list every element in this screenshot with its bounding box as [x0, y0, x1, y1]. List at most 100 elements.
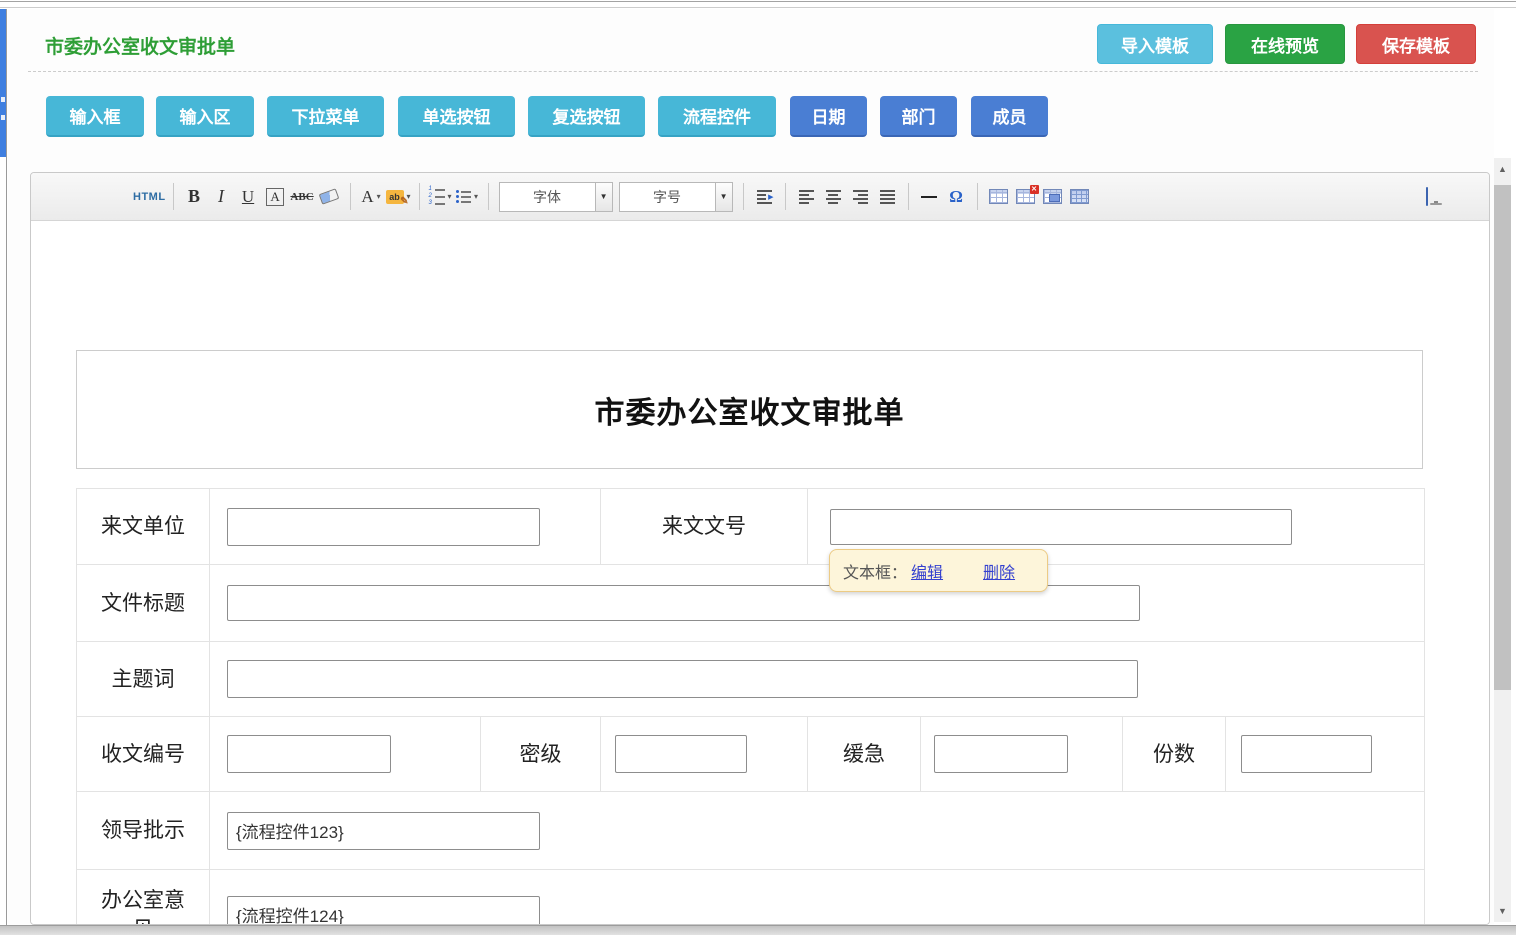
bold-icon[interactable]: B	[181, 183, 208, 211]
save-template-button[interactable]: 保存模板	[1356, 24, 1476, 64]
horizontal-rule-icon[interactable]	[916, 183, 943, 211]
chevron-down-icon: ▼	[595, 183, 612, 211]
sliver-mark	[1, 115, 5, 120]
toolbar-separator	[419, 183, 420, 210]
vertical-scrollbar[interactable]: ▲ ▼	[1494, 158, 1511, 922]
incoming-doc-number-input[interactable]	[830, 509, 1292, 545]
label-cell: 办公室意见	[77, 870, 209, 925]
rich-text-editor: HTML B I U A ABC A▾ ab▾ 1 2 3 ▾	[30, 172, 1490, 925]
widget-dropdown-button[interactable]: 下拉菜单	[267, 96, 384, 137]
form-table: 来文单位 来文文号 文件标题	[76, 488, 1425, 925]
source-code-icon[interactable]: HTML	[133, 183, 166, 211]
scrollbar-thumb[interactable]	[1494, 185, 1511, 690]
subject-words-input[interactable]	[227, 660, 1138, 698]
label-cell: 主题词	[77, 642, 209, 716]
align-center-icon[interactable]	[820, 183, 847, 211]
widget-member-button[interactable]: 成员	[971, 96, 1048, 137]
fullscreen-icon[interactable]	[1422, 183, 1449, 211]
toolbar-separator	[785, 183, 786, 210]
widget-textarea-button[interactable]: 输入区	[156, 96, 254, 137]
online-preview-button[interactable]: 在线预览	[1225, 24, 1345, 64]
editor-document[interactable]: 市委办公室收文审批单 来文单位 来文文号	[31, 221, 1489, 925]
background-window-sliver	[0, 9, 6, 157]
table-cell-properties-icon[interactable]	[1039, 183, 1066, 211]
toolbar-separator	[173, 183, 174, 210]
window-bottom-edge	[0, 925, 1516, 935]
secrecy-level-input[interactable]	[615, 735, 747, 773]
char-border-icon[interactable]: A	[262, 183, 289, 211]
table-grid-icon[interactable]	[1066, 183, 1093, 211]
scroll-down-arrow-icon[interactable]: ▼	[1494, 902, 1511, 919]
sliver-mark	[1, 97, 5, 102]
strikethrough-icon[interactable]: ABC	[289, 183, 316, 211]
window-top-edge	[0, 1, 1516, 2]
input-cell	[209, 565, 1424, 641]
urgency-input[interactable]	[934, 735, 1068, 773]
font-family-select[interactable]: 字体 ▼	[499, 182, 613, 212]
input-cell	[209, 792, 1424, 869]
label-cell: 缓急	[807, 717, 920, 791]
input-cell	[1225, 717, 1424, 791]
screen: 市委办公室收文审批单 导入模板 在线预览 保存模板 输入框 输入区 下拉菜单 单…	[0, 0, 1516, 935]
widget-date-button[interactable]: 日期	[790, 96, 867, 137]
table-row: 领导批示	[77, 791, 1424, 869]
header-divider	[28, 71, 1478, 72]
widget-department-button[interactable]: 部门	[880, 96, 957, 137]
remove-format-eraser-icon[interactable]	[316, 183, 343, 211]
input-cell	[600, 717, 807, 791]
table-row: 办公室意见	[77, 869, 1424, 925]
label-cell: 密级	[480, 717, 600, 791]
label-cell: 领导批示	[77, 792, 209, 869]
table-row: 收文编号 密级 缓急 份数	[77, 716, 1424, 791]
copies-input[interactable]	[1241, 735, 1372, 773]
toolbar-separator	[743, 183, 744, 210]
editor-toolbar: HTML B I U A ABC A▾ ab▾ 1 2 3 ▾	[31, 173, 1489, 221]
align-left-icon[interactable]	[793, 183, 820, 211]
label-cell: 收文编号	[77, 717, 209, 791]
input-cell	[209, 642, 1424, 716]
insert-table-icon[interactable]	[985, 183, 1012, 211]
edit-widget-link[interactable]: 编辑	[911, 559, 943, 583]
label-cell: 份数	[1122, 717, 1225, 791]
receipt-number-input[interactable]	[227, 735, 391, 773]
widget-flow-control-button[interactable]: 流程控件	[658, 96, 776, 137]
main-panel: 市委办公室收文审批单 导入模板 在线预览 保存模板 输入框 输入区 下拉菜单 单…	[8, 9, 1494, 925]
input-cell	[209, 489, 600, 564]
input-cell	[209, 870, 1424, 925]
left-window-edge	[0, 9, 7, 925]
page-title: 市委办公室收文审批单	[45, 32, 235, 59]
delete-table-icon[interactable]	[1012, 183, 1039, 211]
widget-input-box-button[interactable]: 输入框	[46, 96, 144, 137]
align-justify-icon[interactable]	[874, 183, 901, 211]
indent-icon[interactable]	[751, 183, 778, 211]
incoming-unit-input[interactable]	[227, 508, 540, 546]
underline-icon[interactable]: U	[235, 183, 262, 211]
form-title: 市委办公室收文审批单	[595, 388, 905, 432]
label-cell: 来文文号	[600, 489, 807, 564]
table-row: 来文单位 来文文号	[77, 489, 1424, 564]
input-cell	[209, 717, 480, 791]
font-size-select[interactable]: 字号 ▼	[619, 182, 733, 212]
input-cell	[920, 717, 1122, 791]
font-color-icon[interactable]: A▾	[358, 183, 385, 211]
tooltip-label: 文本框：	[843, 559, 907, 583]
import-template-button[interactable]: 导入模板	[1097, 24, 1213, 64]
widget-context-tooltip: 文本框： 编辑 删除	[829, 549, 1048, 592]
office-opinion-input[interactable]	[227, 896, 540, 926]
leader-instructions-input[interactable]	[227, 812, 540, 850]
widget-radio-button[interactable]: 单选按钮	[398, 96, 515, 137]
toolbar-separator	[977, 183, 978, 210]
window-top-edge-2	[0, 7, 1516, 8]
table-row: 主题词	[77, 641, 1424, 716]
highlight-color-icon[interactable]: ab▾	[385, 183, 412, 211]
align-right-icon[interactable]	[847, 183, 874, 211]
label-cell: 来文单位	[77, 489, 209, 564]
toolbar-separator	[350, 183, 351, 210]
delete-widget-link[interactable]: 删除	[983, 559, 1015, 583]
special-char-icon[interactable]: Ω	[943, 183, 970, 211]
italic-icon[interactable]: I	[208, 183, 235, 211]
unordered-list-icon[interactable]: ▾	[454, 183, 481, 211]
ordered-list-icon[interactable]: 1 2 3 ▾	[427, 183, 454, 211]
widget-checkbox-button[interactable]: 复选按钮	[528, 96, 645, 137]
scroll-up-arrow-icon[interactable]: ▲	[1494, 160, 1511, 177]
